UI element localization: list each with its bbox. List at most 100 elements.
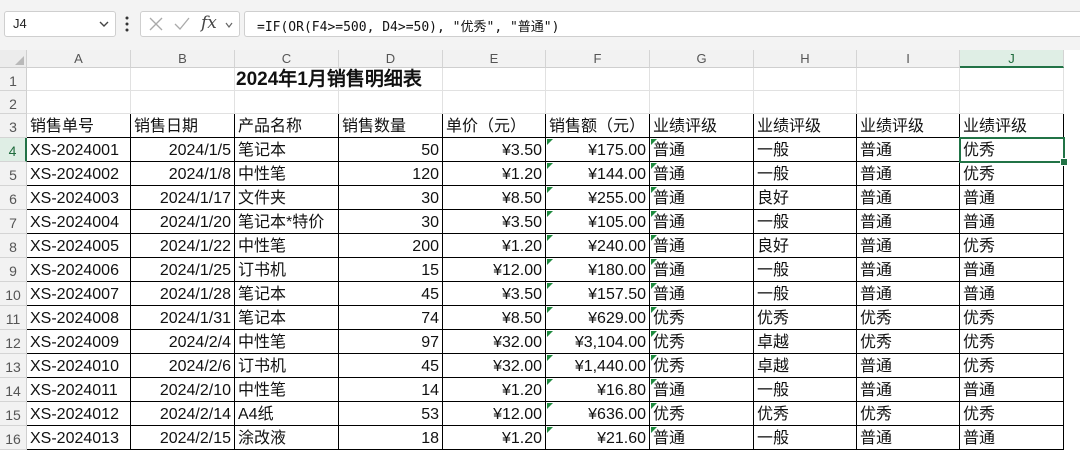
insert-function-icon[interactable]: fx (201, 13, 217, 33)
empty-cell[interactable] (857, 91, 960, 114)
empty-cell[interactable] (27, 91, 131, 114)
data-cell[interactable]: 普通 (960, 282, 1064, 306)
data-cell[interactable]: 普通 (650, 162, 754, 186)
data-cell[interactable]: 中性笔 (235, 378, 339, 402)
column-header-E[interactable]: E (443, 50, 546, 68)
data-cell[interactable]: 优秀 (857, 402, 960, 426)
row-header-2[interactable]: 2 (0, 91, 27, 114)
data-cell[interactable]: ¥636.00 (546, 402, 650, 426)
error-indicator-icon[interactable] (651, 355, 657, 361)
data-cell[interactable]: 2024/1/28 (131, 282, 235, 306)
data-cell[interactable]: 优秀 (960, 354, 1064, 378)
column-header-H[interactable]: H (754, 50, 857, 68)
error-indicator-icon[interactable] (651, 379, 657, 385)
data-cell[interactable]: 普通 (960, 378, 1064, 402)
data-cell[interactable]: 普通 (857, 426, 960, 450)
data-cell[interactable]: 2024/1/31 (131, 306, 235, 330)
data-cell[interactable]: 30 (339, 186, 443, 210)
data-cell[interactable]: ¥12.00 (443, 402, 546, 426)
data-cell[interactable]: 普通 (650, 282, 754, 306)
data-cell[interactable]: 优秀 (650, 354, 754, 378)
error-indicator-icon[interactable] (651, 259, 657, 265)
formula-input[interactable]: =IF(OR(F4>=500, D4>=50), "优秀", "普通") (244, 11, 1080, 37)
spreadsheet-grid[interactable]: A B C D E F G H I J 1 2 3 4 5 6 7 8 9 10 11 12 13 14 15 16 2024年1月… (0, 50, 1080, 452)
row-header-4[interactable]: 4 (0, 138, 27, 162)
data-cell[interactable]: 2024/1/20 (131, 210, 235, 234)
data-cell[interactable]: 普通 (857, 282, 960, 306)
column-header-J[interactable]: J (960, 50, 1064, 68)
data-cell[interactable]: ¥157.50 (546, 282, 650, 306)
data-cell[interactable]: XS-2024002 (27, 162, 131, 186)
data-cell[interactable]: 2024/2/15 (131, 426, 235, 450)
data-cell[interactable]: ¥21.60 (546, 426, 650, 450)
empty-cell[interactable] (960, 91, 1064, 114)
data-cell[interactable]: 普通 (857, 234, 960, 258)
empty-cell[interactable] (443, 91, 546, 114)
data-cell[interactable]: ¥32.00 (443, 354, 546, 378)
error-indicator-icon[interactable] (547, 307, 553, 313)
data-cell[interactable]: 优秀 (754, 402, 857, 426)
data-cell[interactable]: 一般 (754, 138, 857, 162)
column-title-cell[interactable]: 业绩评级 (650, 114, 754, 138)
error-indicator-icon[interactable] (547, 379, 553, 385)
column-title-cell[interactable]: 销售数量 (339, 114, 443, 138)
empty-cell[interactable] (27, 68, 131, 91)
data-cell[interactable]: 一般 (754, 282, 857, 306)
row-header-6[interactable]: 6 (0, 186, 27, 210)
data-cell[interactable]: 优秀 (857, 330, 960, 354)
row-header-7[interactable]: 7 (0, 210, 27, 234)
error-indicator-icon[interactable] (651, 163, 657, 169)
data-cell[interactable]: ¥1.20 (443, 234, 546, 258)
data-cell[interactable]: 74 (339, 306, 443, 330)
data-cell[interactable]: 订书机 (235, 354, 339, 378)
empty-cell[interactable] (235, 91, 339, 114)
column-header-A[interactable]: A (27, 50, 131, 68)
data-cell[interactable]: ¥1.20 (443, 162, 546, 186)
data-cell[interactable]: 14 (339, 378, 443, 402)
data-cell[interactable]: 优秀 (960, 138, 1064, 162)
data-cell[interactable]: 30 (339, 210, 443, 234)
data-cell[interactable]: XS-2024013 (27, 426, 131, 450)
row-header-9[interactable]: 9 (0, 258, 27, 282)
data-cell[interactable]: 2024/1/22 (131, 234, 235, 258)
data-cell[interactable]: ¥105.00 (546, 210, 650, 234)
empty-cell[interactable] (650, 68, 754, 91)
column-header-F[interactable]: F (546, 50, 650, 68)
error-indicator-icon[interactable] (547, 187, 553, 193)
column-header-C[interactable]: C (235, 50, 339, 68)
error-indicator-icon[interactable] (547, 259, 553, 265)
column-title-cell[interactable]: 产品名称 (235, 114, 339, 138)
data-cell[interactable]: 优秀 (857, 306, 960, 330)
confirm-icon[interactable] (174, 17, 190, 31)
chevron-down-icon[interactable] (225, 21, 233, 29)
empty-cell[interactable] (131, 68, 235, 91)
data-cell[interactable]: 普通 (857, 186, 960, 210)
data-cell[interactable]: 优秀 (754, 306, 857, 330)
data-cell[interactable]: 卓越 (754, 354, 857, 378)
data-cell[interactable]: 普通 (650, 186, 754, 210)
select-all-corner[interactable] (0, 50, 27, 68)
data-cell[interactable]: 笔记本 (235, 282, 339, 306)
error-indicator-icon[interactable] (547, 403, 553, 409)
empty-cell[interactable] (960, 68, 1064, 91)
error-indicator-icon[interactable] (651, 307, 657, 313)
column-title-cell[interactable]: 销售单号 (27, 114, 131, 138)
data-cell[interactable]: ¥144.00 (546, 162, 650, 186)
data-cell[interactable]: XS-2024008 (27, 306, 131, 330)
data-cell[interactable]: XS-2024010 (27, 354, 131, 378)
data-cell[interactable]: 一般 (754, 210, 857, 234)
error-indicator-icon[interactable] (651, 283, 657, 289)
data-cell[interactable]: 优秀 (960, 402, 1064, 426)
data-cell[interactable]: 一般 (754, 162, 857, 186)
error-indicator-icon[interactable] (651, 139, 657, 145)
data-cell[interactable]: 普通 (650, 210, 754, 234)
data-cell[interactable]: 文件夹 (235, 186, 339, 210)
row-header-12[interactable]: 12 (0, 330, 27, 354)
data-cell[interactable]: 2024/1/5 (131, 138, 235, 162)
sheet-title[interactable]: 2024年1月销售明细表 (233, 68, 553, 91)
data-cell[interactable]: 53 (339, 402, 443, 426)
data-cell[interactable]: 普通 (650, 426, 754, 450)
data-cell[interactable]: ¥12.00 (443, 258, 546, 282)
data-cell[interactable]: ¥175.00 (546, 138, 650, 162)
data-cell[interactable]: ¥8.50 (443, 306, 546, 330)
